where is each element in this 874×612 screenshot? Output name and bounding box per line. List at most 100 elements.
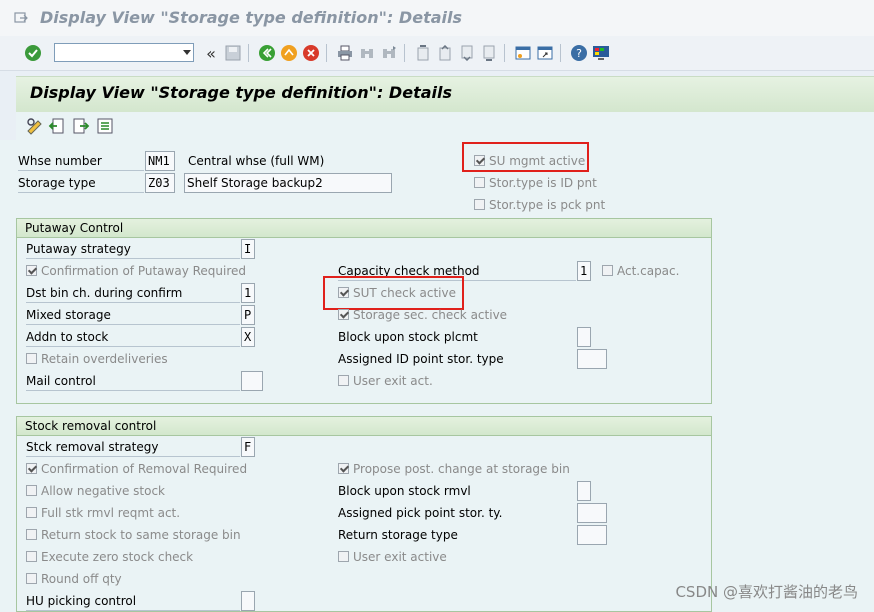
highlight-box — [462, 142, 589, 172]
back-icon[interactable] — [258, 44, 276, 62]
storage-sec-check-label: Storage sec. check active — [353, 308, 508, 322]
previous-entry-icon[interactable] — [48, 117, 66, 135]
confirmation-removal-checkbox[interactable]: Confirmation of Removal Required — [26, 459, 247, 479]
checkbox-box — [26, 529, 37, 540]
confirmation-putaway-checkbox[interactable]: Confirmation of Putaway Required — [26, 261, 246, 281]
hu-picking-control-field[interactable] — [241, 591, 255, 611]
storage-sec-check-checkbox[interactable]: Storage sec. check active — [338, 305, 507, 325]
allow-negative-stock-label: Allow negative stock — [41, 484, 165, 498]
whse-number-field[interactable]: NM1 — [145, 151, 175, 171]
allow-negative-stock-checkbox[interactable]: Allow negative stock — [26, 481, 165, 501]
execute-zero-stock-check-label: Execute zero stock check — [41, 550, 194, 564]
stck-removal-strategy-field[interactable]: F — [241, 437, 255, 457]
checkbox-box — [474, 177, 485, 188]
putaway-strategy-label: Putaway strategy — [26, 239, 240, 259]
block-upon-stock-plcmt-label: Block upon stock plcmt — [338, 330, 478, 344]
save-icon[interactable] — [224, 44, 242, 62]
cancel-icon[interactable] — [302, 44, 320, 62]
full-stk-rmvl-checkbox[interactable]: Full stk rmvl reqmt act. — [26, 503, 180, 523]
help-icon[interactable]: ? — [570, 44, 588, 62]
return-same-bin-checkbox[interactable]: Return stock to same storage bin — [26, 525, 241, 545]
shortcut-icon[interactable] — [536, 44, 554, 62]
print-icon[interactable] — [336, 44, 354, 62]
application-toolbar — [16, 112, 874, 140]
checkbox-box — [338, 375, 349, 386]
propose-post-change-checkbox[interactable]: Propose post. change at storage bin — [338, 459, 570, 479]
standard-toolbar: « ? — [0, 36, 874, 71]
checkbox-box — [474, 199, 485, 210]
stor-type-pck-pnt-checkbox[interactable]: Stor.type is pck pnt — [474, 195, 605, 215]
storage-type-field[interactable]: Z03 — [145, 173, 175, 193]
hu-picking-control-label: HU picking control — [26, 591, 240, 611]
block-upon-stock-rmvl-label: Block upon stock rmvl — [338, 484, 471, 498]
user-exit-active-checkbox[interactable]: User exit active — [338, 547, 447, 567]
find-icon[interactable] — [358, 44, 376, 62]
enter-icon[interactable] — [24, 44, 42, 62]
return-storage-type-field[interactable] — [577, 525, 607, 545]
assigned-id-point-field[interactable] — [577, 349, 607, 369]
execute-zero-stock-check-checkbox[interactable]: Execute zero stock check — [26, 547, 193, 567]
retain-overdeliveries-checkbox[interactable]: Retain overdeliveries — [26, 349, 168, 369]
group-title: Stock removal control — [17, 417, 711, 436]
customize-icon[interactable] — [592, 44, 610, 62]
act-capac-checkbox[interactable]: Act.capac. — [602, 261, 679, 281]
stor-type-pck-pnt-label: Stor.type is pck pnt — [489, 198, 606, 212]
first-page-icon[interactable] — [414, 44, 432, 62]
chevron-down-icon[interactable] — [183, 50, 191, 55]
next-page-icon[interactable] — [458, 44, 476, 62]
checkbox-box — [338, 551, 349, 562]
confirmation-removal-label: Confirmation of Removal Required — [41, 462, 248, 476]
assigned-pick-point-field[interactable] — [577, 503, 607, 523]
addn-to-stock-field[interactable]: X — [241, 327, 255, 347]
confirmation-putaway-label: Confirmation of Putaway Required — [41, 264, 247, 278]
mixed-storage-field[interactable]: P — [241, 305, 255, 325]
svg-text:?: ? — [576, 47, 582, 60]
screen-header: Display View "Storage type definition": … — [16, 76, 874, 114]
dst-bin-change-label: Dst bin ch. during confirm — [26, 283, 240, 303]
round-off-qty-label: Round off qty — [41, 572, 122, 586]
back-nav-icon[interactable]: « — [202, 44, 220, 63]
next-entry-icon[interactable] — [72, 117, 90, 135]
main-content: Whse number NM1 Central whse (full WM) S… — [0, 140, 874, 612]
round-off-qty-checkbox[interactable]: Round off qty — [26, 569, 122, 589]
checkbox-box — [26, 265, 37, 276]
find-next-icon[interactable] — [380, 44, 398, 62]
other-entry-icon[interactable] — [96, 117, 114, 135]
user-exit-act-label: User exit act. — [353, 374, 433, 388]
watermark: CSDN @喜欢打酱油的老鸟 — [675, 583, 858, 601]
stor-type-id-pnt-label: Stor.type is ID pnt — [489, 176, 597, 190]
capacity-check-method-field[interactable]: 1 — [577, 261, 591, 281]
exit-icon[interactable] — [280, 44, 298, 62]
last-page-icon[interactable] — [480, 44, 498, 62]
command-field[interactable] — [54, 43, 194, 62]
prev-page-icon[interactable] — [436, 44, 454, 62]
checkbox-box — [26, 353, 37, 364]
mail-control-label: Mail control — [26, 371, 240, 391]
block-upon-stock-rmvl-field[interactable] — [577, 481, 591, 501]
checkbox-box — [26, 507, 37, 518]
dst-bin-change-field[interactable]: 1 — [241, 283, 255, 303]
checkbox-box — [26, 463, 37, 474]
user-exit-active-label: User exit active — [353, 550, 447, 564]
checkbox-box — [602, 265, 613, 276]
putaway-strategy-field[interactable]: I — [241, 239, 255, 259]
block-upon-stock-plcmt-field[interactable] — [577, 327, 591, 347]
window-title: Display View "Storage type definition": … — [40, 8, 462, 27]
stck-removal-strategy-label: Stck removal strategy — [26, 437, 240, 457]
user-exit-act-checkbox[interactable]: User exit act. — [338, 371, 433, 391]
checkbox-box — [338, 463, 349, 474]
display-change-icon[interactable] — [26, 117, 44, 135]
group-title: Putaway Control — [17, 219, 711, 238]
checkbox-box — [26, 485, 37, 496]
checkbox-box — [26, 551, 37, 562]
whse-number-label: Whse number — [18, 151, 144, 171]
retain-overdeliveries-label: Retain overdeliveries — [41, 352, 168, 366]
checkbox-box — [26, 573, 37, 584]
stor-type-id-pnt-checkbox[interactable]: Stor.type is ID pnt — [474, 173, 597, 193]
create-session-icon[interactable] — [514, 44, 532, 62]
mail-control-field[interactable] — [241, 371, 263, 391]
return-same-bin-label: Return stock to same storage bin — [41, 528, 241, 542]
return-storage-type-label: Return storage type — [338, 528, 458, 542]
page-title: Display View "Storage type definition": … — [30, 83, 452, 102]
assigned-pick-point-label: Assigned pick point stor. ty. — [338, 506, 503, 520]
